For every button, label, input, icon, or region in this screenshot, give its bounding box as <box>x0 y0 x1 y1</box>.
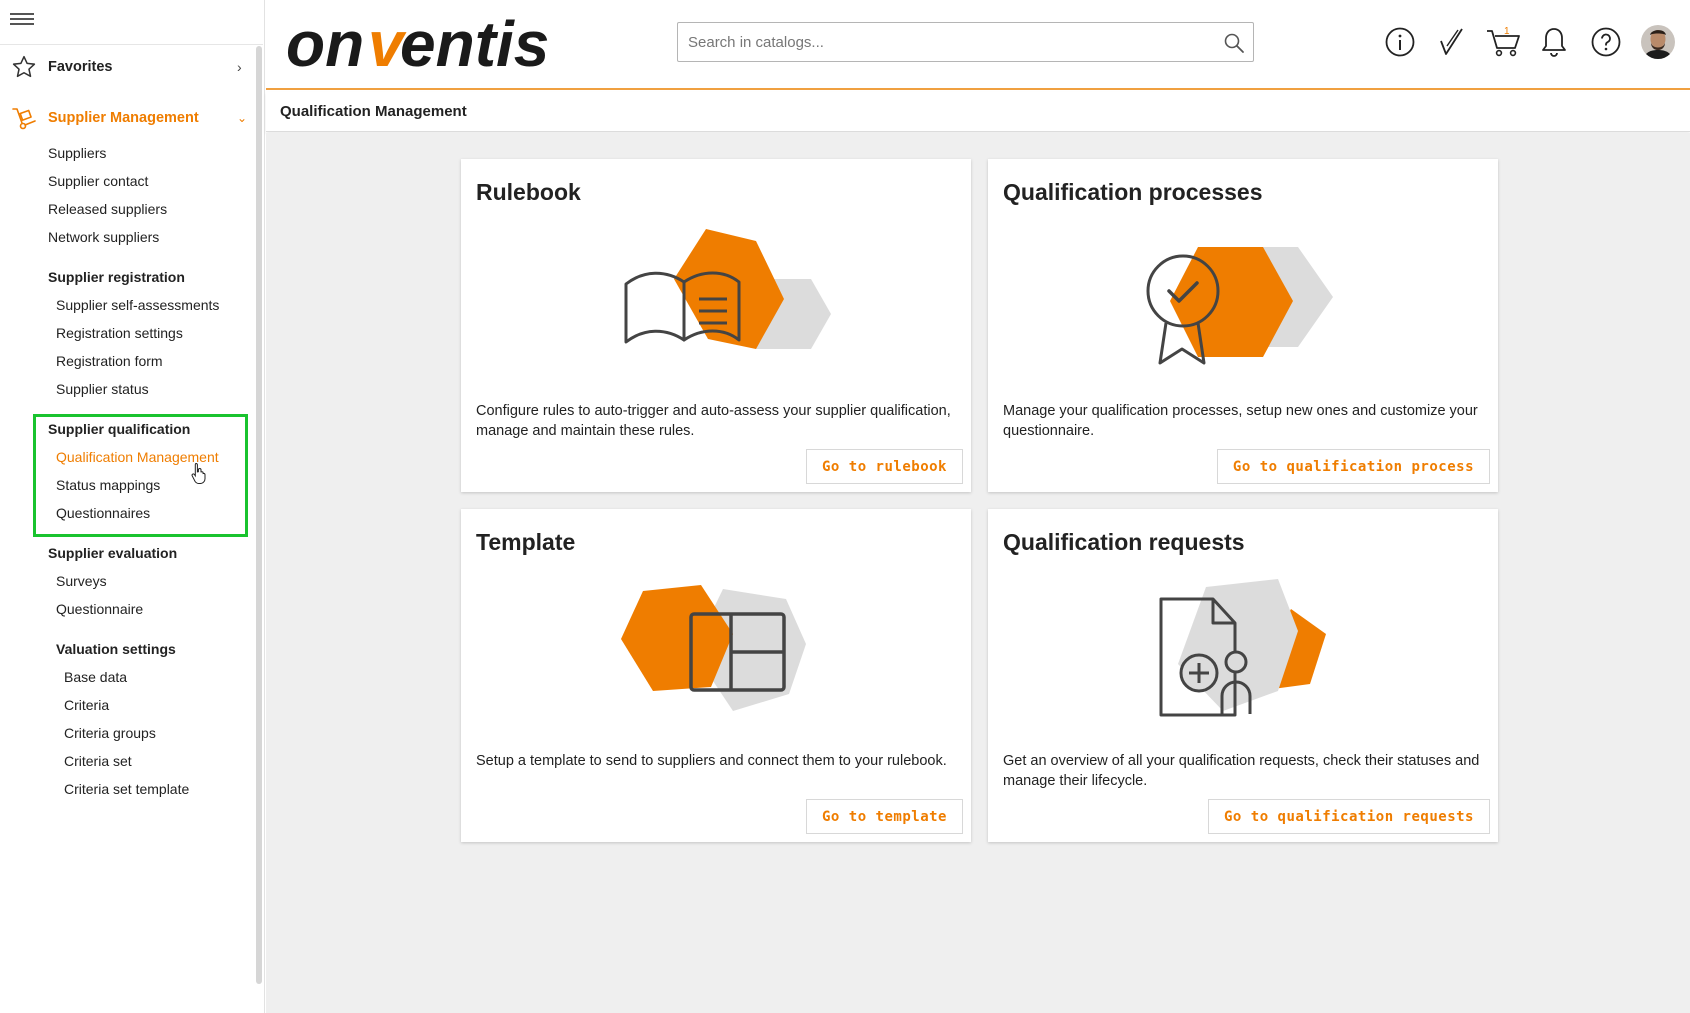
sidebar-item-released-suppliers[interactable]: Released suppliers <box>48 201 167 217</box>
sidebar-heading-valuation-settings[interactable]: Valuation settings <box>56 641 176 657</box>
card-description: Get an overview of all your qualificatio… <box>1003 753 1480 789</box>
request-document-icon <box>988 569 1498 729</box>
card-description: Configure rules to auto-trigger and auto… <box>476 403 951 439</box>
sidebar-item-criteria-set-template[interactable]: Criteria set template <box>64 781 189 797</box>
onventis-logo[interactable]: on v entis <box>286 4 556 84</box>
sidebar-item-status-mappings[interactable]: Status mappings <box>56 477 160 493</box>
sidebar-item-supplier-management[interactable]: Supplier Management ⌄ <box>0 100 255 136</box>
page-title: Qualification Management <box>280 103 467 120</box>
sidebar-item-questionnaire[interactable]: Questionnaire <box>56 601 143 617</box>
top-header: on v entis 1 <box>266 0 1690 90</box>
sidebar: Favorites › Supplier Management ⌄ Suppli… <box>0 0 265 1013</box>
user-avatar[interactable] <box>1640 24 1676 60</box>
sidebar-item-surveys[interactable]: Surveys <box>56 573 107 589</box>
sidebar-item-network-suppliers[interactable]: Network suppliers <box>48 229 159 245</box>
sidebar-heading-supplier-qualification[interactable]: Supplier qualification <box>48 421 190 437</box>
logo-text-end: entis <box>400 8 549 80</box>
sidebar-item-suppliers[interactable]: Suppliers <box>48 145 106 161</box>
sidebar-heading-supplier-registration[interactable]: Supplier registration <box>48 269 185 285</box>
sidebar-heading-supplier-evaluation[interactable]: Supplier evaluation <box>48 545 177 561</box>
chevron-right-icon: › <box>237 59 242 75</box>
sidebar-item-criteria-set[interactable]: Criteria set <box>64 753 132 769</box>
hand-truck-icon <box>0 104 48 132</box>
logo-text-start: on <box>286 8 364 80</box>
chevron-down-icon: ⌄ <box>237 111 248 125</box>
sidebar-item-favorites[interactable]: Favorites › <box>0 50 255 84</box>
info-icon[interactable] <box>1382 24 1418 60</box>
help-icon[interactable] <box>1588 24 1624 60</box>
award-badge-icon <box>988 219 1498 379</box>
go-to-template-button[interactable]: Go to template <box>805 799 963 834</box>
card-template: Template Setup a template to send to sup… <box>461 509 971 842</box>
bell-icon[interactable] <box>1536 24 1572 60</box>
search-icon[interactable] <box>1223 32 1245 59</box>
cart-count-badge: 1 <box>1504 26 1510 37</box>
sidebar-divider <box>0 44 263 45</box>
sidebar-item-supplier-contact[interactable]: Supplier contact <box>48 173 148 189</box>
sidebar-item-registration-form[interactable]: Registration form <box>56 353 163 369</box>
sidebar-scrollbar[interactable] <box>256 46 262 984</box>
star-icon <box>0 54 48 80</box>
card-title: Template <box>476 529 576 555</box>
page-title-bar: Qualification Management <box>266 92 1690 132</box>
sidebar-item-registration-settings[interactable]: Registration settings <box>56 325 183 341</box>
sidebar-item-questionnaires[interactable]: Questionnaires <box>56 505 150 521</box>
favorites-label: Favorites <box>48 59 113 75</box>
card-qualification-requests: Qualification requests Get an overview o… <box>988 509 1498 842</box>
sidebar-item-criteria[interactable]: Criteria <box>64 697 109 713</box>
sidebar-item-criteria-groups[interactable]: Criteria groups <box>64 725 156 741</box>
sidebar-item-supplier-self-assessments[interactable]: Supplier self-assessments <box>56 297 219 313</box>
hamburger-menu-icon[interactable] <box>10 10 34 28</box>
card-description: Setup a template to send to suppliers an… <box>476 753 947 769</box>
hand-pointer-cursor-icon <box>191 462 207 489</box>
catalog-search[interactable] <box>677 22 1254 62</box>
supplier-management-label: Supplier Management <box>48 110 199 126</box>
card-qualification-processes: Qualification processes Manage your qual… <box>988 159 1498 492</box>
approval-check-icon[interactable] <box>1434 24 1470 60</box>
cart-icon[interactable]: 1 <box>1484 24 1524 60</box>
template-layout-icon <box>461 569 971 729</box>
search-input[interactable] <box>678 23 1198 61</box>
main-content: Rulebook Configure rules to auto-trigger… <box>266 133 1690 1013</box>
sidebar-item-supplier-status[interactable]: Supplier status <box>56 381 149 397</box>
go-to-rulebook-button[interactable]: Go to rulebook <box>805 449 963 484</box>
card-description: Manage your qualification processes, set… <box>1003 403 1478 439</box>
card-title: Qualification processes <box>1003 179 1263 205</box>
card-title: Qualification requests <box>1003 529 1245 555</box>
card-rulebook: Rulebook Configure rules to auto-trigger… <box>461 159 971 492</box>
sidebar-item-base-data[interactable]: Base data <box>64 669 127 685</box>
card-title: Rulebook <box>476 179 581 205</box>
rulebook-book-icon <box>461 219 971 379</box>
go-to-qualification-requests-button[interactable]: Go to qualification requests <box>1207 799 1490 834</box>
go-to-qualification-process-button[interactable]: Go to qualification process <box>1216 449 1490 484</box>
